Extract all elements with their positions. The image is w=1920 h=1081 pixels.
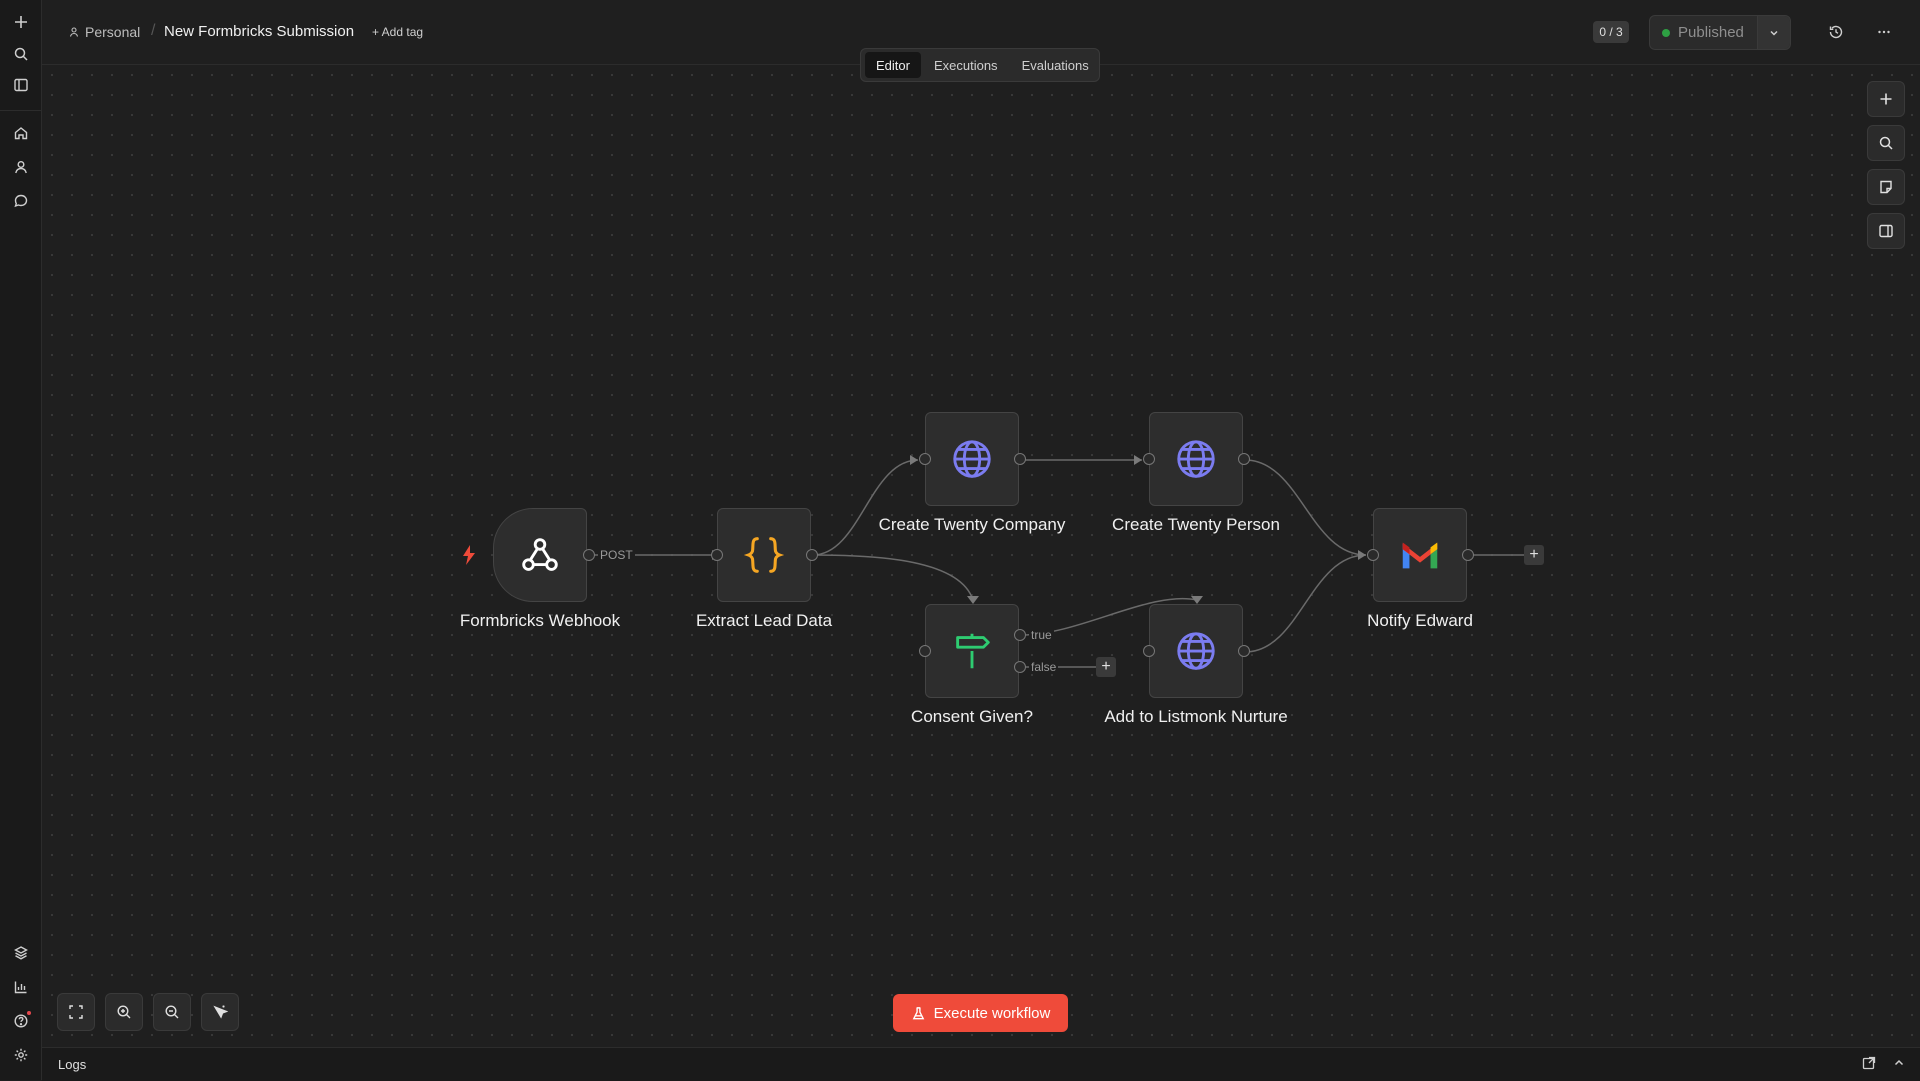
sticky-note-icon — [1880, 180, 1892, 194]
input-port[interactable] — [919, 453, 931, 465]
output-port[interactable] — [1238, 645, 1250, 657]
connections-layer — [589, 455, 1525, 668]
arrow-head — [1134, 455, 1142, 465]
execute-workflow-button[interactable]: Execute workflow — [893, 994, 1068, 1032]
logs-label: Logs — [58, 1057, 87, 1072]
panel-right-icon — [1879, 224, 1893, 238]
output-port[interactable] — [1238, 453, 1250, 465]
arrow-head — [910, 455, 918, 465]
add-node-plus-button[interactable]: + — [1096, 657, 1116, 677]
node-consent-given[interactable] — [925, 604, 1019, 698]
execute-workflow-label: Execute workflow — [933, 1004, 1051, 1022]
node-label: Create Twenty Person — [1112, 515, 1280, 534]
node-formbricks-webhook[interactable] — [493, 508, 587, 602]
magic-wand-icon — [213, 1005, 228, 1019]
search-nodes-button[interactable] — [1867, 125, 1905, 161]
pop-out-icon[interactable] — [1862, 1056, 1878, 1072]
zoom-out-button[interactable] — [153, 993, 191, 1031]
edge-label-post: POST — [598, 548, 635, 562]
globe-icon — [1177, 632, 1215, 670]
output-port[interactable] — [806, 549, 818, 561]
output-port-false[interactable] — [1014, 661, 1026, 673]
toggle-panel-button[interactable] — [1867, 213, 1905, 249]
connection-person-notify — [1244, 459, 1367, 556]
node-label: Add to Listmonk Nurture — [1104, 707, 1288, 726]
input-port[interactable] — [1143, 453, 1155, 465]
zoom-in-button[interactable] — [105, 993, 143, 1031]
node-create-twenty-company[interactable] — [925, 412, 1019, 506]
input-port[interactable] — [711, 549, 723, 561]
input-port[interactable] — [1143, 645, 1155, 657]
node-label: Create Twenty Company — [878, 515, 1066, 534]
chevron-up-icon[interactable] — [1892, 1056, 1908, 1072]
input-port[interactable] — [1367, 549, 1379, 561]
node-label: Formbricks Webhook — [459, 611, 621, 630]
globe-icon — [1177, 440, 1215, 478]
node-label: Consent Given? — [911, 707, 1033, 726]
node-extract-lead-data[interactable] — [717, 508, 811, 602]
add-node-button[interactable] — [1867, 81, 1905, 117]
tidy-up-button[interactable] — [201, 993, 239, 1031]
zoom-out-icon — [165, 1005, 179, 1019]
arrow-head — [1358, 550, 1366, 560]
node-label: Notify Edward — [1367, 611, 1473, 630]
logs-panel-bar[interactable]: Logs — [42, 1047, 1920, 1081]
fit-view-icon — [69, 1005, 83, 1019]
zoom-in-icon — [117, 1005, 131, 1019]
node-notify-edward[interactable] — [1373, 508, 1467, 602]
output-port-true[interactable] — [1014, 629, 1026, 641]
sticky-note-button[interactable] — [1867, 169, 1905, 205]
plus-icon — [1880, 93, 1892, 105]
trigger-bolt-icon — [463, 545, 475, 565]
output-port[interactable] — [583, 549, 595, 561]
edge-label-false: false — [1029, 660, 1059, 674]
globe-icon — [953, 440, 991, 478]
fit-view-button[interactable] — [57, 993, 95, 1031]
node-add-to-listmonk-nurture[interactable] — [1149, 604, 1243, 698]
node-create-twenty-person[interactable] — [1149, 412, 1243, 506]
input-port[interactable] — [919, 645, 931, 657]
signpost-icon — [956, 633, 990, 669]
code-braces-icon — [743, 537, 785, 573]
output-port[interactable] — [1462, 549, 1474, 561]
connection-listmonk-notify — [1244, 554, 1367, 653]
webhook-icon — [522, 538, 558, 571]
search-icon — [1879, 136, 1893, 150]
gmail-icon — [1402, 542, 1438, 569]
connection-extract-company — [812, 459, 919, 556]
edge-label-true: true — [1029, 628, 1054, 642]
connection-extract-consent — [812, 554, 974, 601]
output-port[interactable] — [1014, 453, 1026, 465]
flask-icon — [912, 1006, 924, 1019]
node-label: Extract Lead Data — [695, 611, 833, 630]
add-node-plus-button[interactable]: + — [1524, 545, 1544, 565]
arrow-head — [967, 596, 979, 604]
